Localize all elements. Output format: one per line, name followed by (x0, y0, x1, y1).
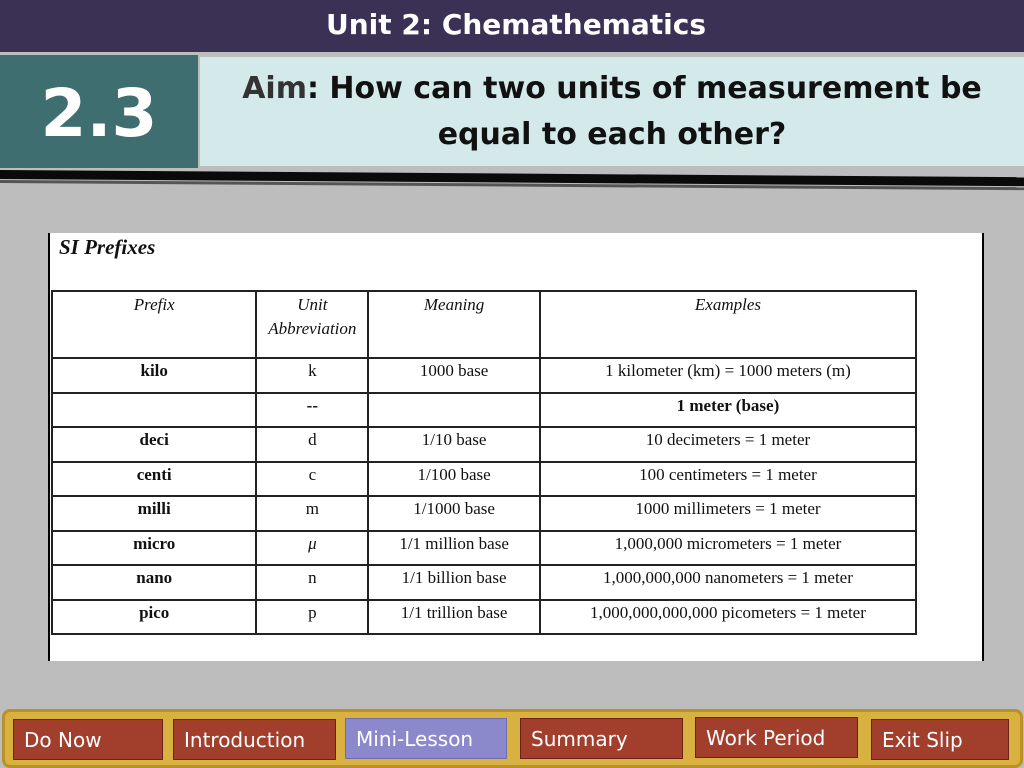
cell-abbreviation: m (255, 495, 370, 532)
cell-prefix: micro (50, 529, 258, 566)
table-row: micro μ 1/1 million base 1,000,000 micro… (50, 529, 918, 566)
cell-meaning: 1/1 trillion base (367, 598, 541, 635)
cell-example: 1,000,000 micrometers = 1 meter (538, 529, 918, 566)
cell-prefix: nano (50, 564, 258, 601)
nav-mini-lesson-button[interactable]: Mini-Lesson (345, 718, 507, 759)
cell-abbreviation: k (255, 357, 370, 394)
cell-example: 1 kilometer (km) = 1000 meters (m) (538, 357, 918, 394)
column-header-abbreviation: Unit Abbreviation (255, 290, 370, 359)
cell-meaning: 1/1000 base (367, 495, 541, 532)
lesson-number: 2.3 (40, 75, 158, 152)
cell-example: 1000 millimeters = 1 meter (538, 495, 918, 532)
aim-question: : How can two units of measurement be eq… (306, 70, 982, 152)
cell-meaning: 1000 base (367, 357, 541, 394)
nav-label: Work Period (706, 725, 826, 750)
cell-meaning (367, 391, 541, 428)
cell-abbreviation: d (255, 426, 370, 463)
lesson-number-box: 2.3 (0, 55, 198, 168)
nav-work-period-button[interactable]: Work Period (695, 717, 858, 758)
nav-label: Summary (531, 726, 628, 751)
cell-abbreviation: μ (255, 529, 370, 566)
nav-exit-slip-button[interactable]: Exit Slip (871, 719, 1009, 760)
table-row: kilo k 1000 base 1 kilometer (km) = 1000… (50, 357, 918, 394)
nav-label: Exit Slip (882, 727, 963, 752)
column-header-meaning: Meaning (367, 290, 541, 359)
cell-prefix (50, 391, 258, 428)
nav-introduction-button[interactable]: Introduction (173, 719, 336, 760)
aim-label: Aim (242, 70, 307, 106)
cell-prefix: deci (50, 426, 258, 463)
cell-example: 10 decimeters = 1 meter (538, 426, 918, 463)
cell-example: 100 centimeters = 1 meter (538, 460, 918, 497)
nav-summary-button[interactable]: Summary (520, 718, 683, 759)
cell-meaning: 1/100 base (367, 460, 541, 497)
cell-meaning: 1/1 million base (367, 529, 541, 566)
cell-prefix: kilo (50, 357, 258, 394)
cell-example: 1,000,000,000 nanometers = 1 meter (538, 564, 918, 601)
cell-prefix: centi (50, 460, 258, 497)
cell-abbreviation: n (255, 564, 370, 601)
nav-label: Mini-Lesson (356, 726, 474, 751)
table-row: -- 1 meter (base) (50, 391, 918, 428)
table-row: milli m 1/1000 base 1000 millimeters = 1… (50, 495, 918, 532)
nav-label: Introduction (184, 727, 306, 752)
table-header-row: Prefix Unit Abbreviation Meaning Example… (50, 290, 918, 359)
si-prefix-table: Prefix Unit Abbreviation Meaning Example… (50, 290, 918, 635)
table-row: nano n 1/1 billion base 1,000,000,000 na… (50, 564, 918, 601)
cell-prefix: milli (50, 495, 258, 532)
si-prefixes-image: SI Prefixes Prefix Unit Abbreviation Mea… (48, 233, 984, 661)
cell-meaning: 1/1 billion base (367, 564, 541, 601)
table-row: pico p 1/1 trillion base 1,000,000,000,0… (50, 598, 918, 635)
aim-box: Aim: How can two units of measurement be… (200, 57, 1024, 166)
unit-title: Unit 2: Chemathematics (326, 7, 706, 41)
column-header-prefix: Prefix (50, 290, 258, 359)
column-header-examples: Examples (538, 290, 918, 359)
cell-example: 1,000,000,000,000 picometers = 1 meter (538, 598, 918, 635)
cell-prefix: pico (50, 598, 258, 635)
table-title: SI Prefixes (59, 235, 156, 259)
aim-text: Aim: How can two units of measurement be… (220, 66, 1004, 158)
cell-abbreviation: -- (255, 391, 370, 428)
cell-meaning: 1/10 base (367, 426, 541, 463)
cell-example: 1 meter (base) (538, 391, 918, 428)
unit-title-bar: Unit 2: Chemathematics (0, 0, 1024, 52)
nav-label: Do Now (24, 727, 102, 752)
cell-abbreviation: p (255, 598, 370, 635)
table-row: deci d 1/10 base 10 decimeters = 1 meter (50, 426, 918, 463)
cell-abbreviation: c (255, 460, 370, 497)
table-row: centi c 1/100 base 100 centimeters = 1 m… (50, 460, 918, 497)
nav-do-now-button[interactable]: Do Now (13, 719, 163, 760)
